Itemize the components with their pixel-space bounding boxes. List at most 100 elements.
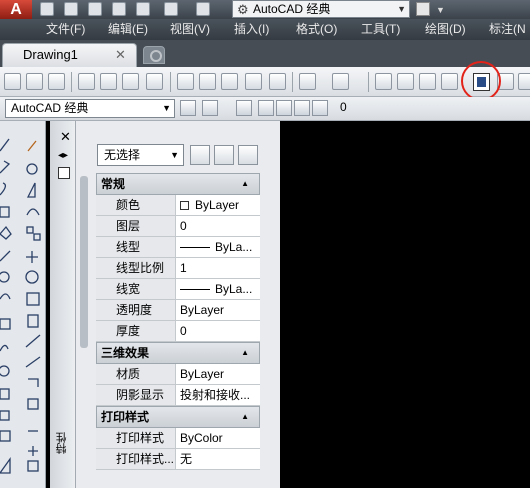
toolbar-separator [292,72,293,92]
layer-name: 0 [340,100,347,114]
layer-properties-icon[interactable] [236,100,252,116]
close-icon[interactable]: ✕ [60,129,71,145]
menu-format[interactable]: 格式(O) [296,21,337,38]
menu-edit[interactable]: 编辑(E) [108,21,148,38]
new-tab-button[interactable] [143,46,165,64]
quick-select-icon[interactable] [238,145,258,165]
menu-file[interactable]: 文件(F) [46,21,85,38]
property-row[interactable]: 厚度 0 [96,321,260,342]
property-value[interactable]: ByLayer [176,195,260,215]
publish-icon[interactable] [122,73,139,90]
redo-icon[interactable] [196,2,210,16]
menu-dimension[interactable]: 标注(N [489,21,526,38]
new-icon[interactable] [40,2,54,16]
property-value[interactable]: 投射和接收... [176,385,260,405]
undo-icon[interactable] [164,2,178,16]
plot-preview-icon[interactable] [100,73,117,90]
zoom-realtime-icon[interactable] [397,73,414,90]
save-as-icon[interactable] [112,2,126,16]
property-row[interactable]: 透明度 ByLayer [96,300,260,321]
open-icon[interactable] [64,2,78,16]
workspace-dropdown[interactable]: AutoCAD 经典 ▼ [5,99,175,118]
save-icon[interactable] [48,73,65,90]
lightbulb-icon[interactable] [258,100,274,116]
match-properties-icon[interactable] [245,73,262,90]
cut-icon[interactable] [177,73,194,90]
property-value[interactable]: 1 [176,258,260,278]
drawing-area[interactable] [280,121,530,488]
block-editor-icon[interactable] [269,73,286,90]
section-title: 常规 [101,177,126,191]
property-row[interactable]: 打印样式... 无 [96,449,260,470]
print-icon[interactable] [136,2,150,16]
property-row[interactable]: 线宽 ByLa... [96,279,260,300]
palette-scrollbar[interactable] [80,176,88,348]
section-3d-effects[interactable]: 三维效果 ▲ [96,342,260,364]
property-row[interactable]: 线型比例 1 [96,258,260,279]
selection-dropdown[interactable]: 无选择 ▼ [97,144,184,166]
property-value-text: ByLa... [215,240,253,254]
property-value[interactable]: 0 [176,216,260,236]
chevron-down-icon: ▼ [170,150,179,160]
zoom-previous-icon[interactable] [441,73,458,90]
property-value[interactable]: ByColor [176,428,260,448]
property-value[interactable]: 无 [176,449,260,469]
palette-menu-icon[interactable] [58,167,70,179]
pan-icon[interactable] [375,73,392,90]
chevron-down-icon[interactable]: ▼ [436,5,445,15]
workspace-switcher[interactable]: ⚙ AutoCAD 经典 ▼ [232,0,410,18]
layer-icon[interactable] [416,2,430,16]
property-value[interactable]: 0 [176,321,260,341]
property-row[interactable]: 打印样式 ByColor [96,428,260,449]
close-icon[interactable]: ✕ [115,44,126,66]
property-row[interactable]: 图层 0 [96,216,260,237]
lock-icon[interactable] [294,100,310,116]
auto-hide-icon[interactable]: ◂▸ [58,150,68,161]
menu-tools[interactable]: 工具(T) [361,21,400,38]
zoom-window-icon[interactable] [419,73,436,90]
undo-icon[interactable] [299,73,316,90]
new-icon[interactable] [4,73,21,90]
property-value[interactable]: ByLayer [176,364,260,384]
row-gutter [96,195,114,215]
menu-insert[interactable]: 插入(I) [234,21,269,38]
property-value[interactable]: ByLa... [176,279,260,299]
sun-icon[interactable] [276,100,292,116]
property-value[interactable]: ByLayer [176,300,260,320]
collapse-icon: ▲ [241,348,249,357]
redo-icon[interactable] [332,73,349,90]
draw-modify-toolbars [0,121,46,488]
paste-icon[interactable] [221,73,238,90]
tool-palettes-icon[interactable] [518,73,530,90]
select-objects-icon[interactable] [214,145,234,165]
property-key: 线型 [114,237,176,257]
menu-view[interactable]: 视图(V) [170,21,210,38]
save-icon[interactable] [88,2,102,16]
section-plot-style[interactable]: 打印样式 ▲ [96,406,260,428]
property-row[interactable]: 颜色 ByLayer [96,195,260,216]
section-general[interactable]: 常规 ▲ [96,173,260,195]
toolbar-icons [0,138,41,474]
application-menu-button[interactable]: A [0,0,32,19]
toggle-pickadd-icon[interactable] [190,145,210,165]
workspaces-toolbar: AutoCAD 经典 ▼ 0 [0,97,530,121]
property-row[interactable]: 阴影显示 投射和接收... [96,385,260,406]
property-row[interactable]: 材质 ByLayer [96,364,260,385]
workspace-name: AutoCAD 经典 [253,2,331,16]
row-gutter [96,428,114,448]
property-key: 图层 [114,216,176,236]
chevron-down-icon: ▼ [397,4,406,14]
tab-drawing1[interactable]: Drawing1 ✕ [2,43,137,67]
copy-icon[interactable] [199,73,216,90]
customize-icon[interactable] [202,100,218,116]
plot-icon[interactable] [78,73,95,90]
property-key: 阴影显示 [114,385,176,405]
property-value[interactable]: ByLa... [176,237,260,257]
row-gutter [96,449,114,469]
menu-draw[interactable]: 绘图(D) [425,21,466,38]
color-square-icon[interactable] [312,100,328,116]
property-row[interactable]: 线型 ByLa... [96,237,260,258]
workspace-settings-icon[interactable] [180,100,196,116]
3d-dwf-icon[interactable] [146,73,163,90]
open-icon[interactable] [26,73,43,90]
